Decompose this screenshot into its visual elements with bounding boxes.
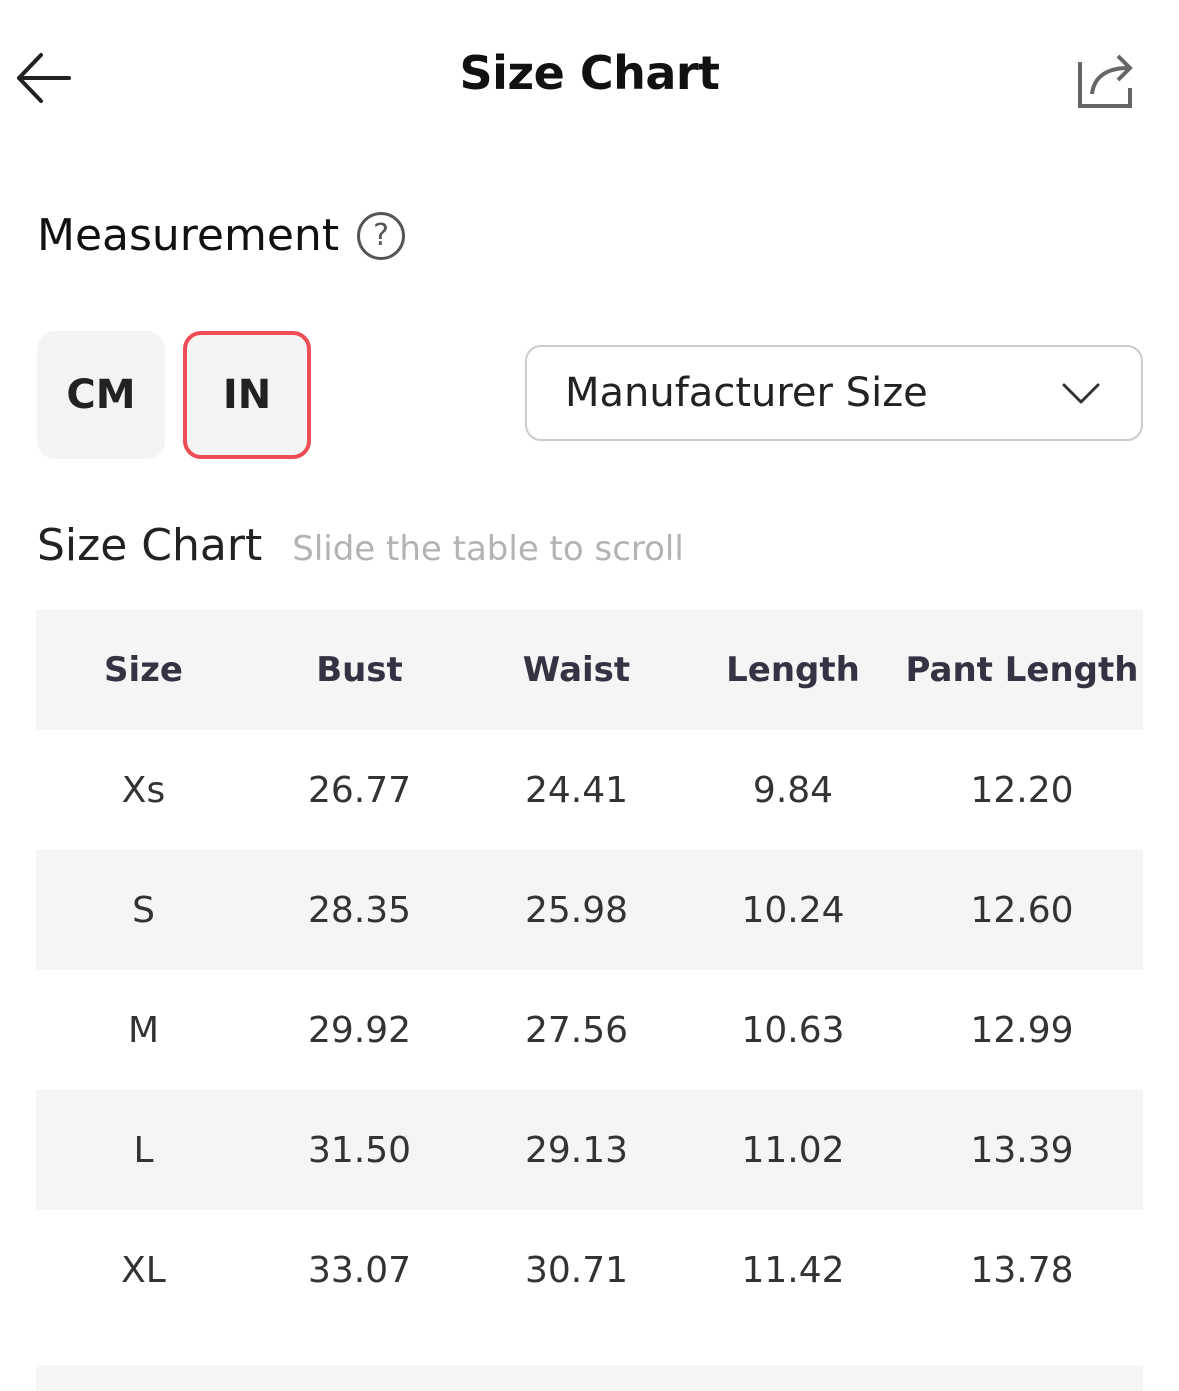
table-cell: 29.92 (307, 1009, 412, 1051)
share-icon (1078, 54, 1133, 108)
table-row: L 31.50 29.13 11.02 13.39 (36, 1090, 1143, 1210)
column-header-bust: Bust (316, 650, 403, 690)
table-cell: 12.20 (970, 769, 1074, 811)
table-cell: 25.98 (524, 889, 629, 931)
scroll-hint: Slide the table to scroll (292, 529, 684, 569)
table-cell: 10.63 (741, 1009, 845, 1051)
table-cell: 12.60 (970, 889, 1074, 931)
table-cell: 13.78 (970, 1249, 1074, 1291)
table-cell: 11.02 (741, 1129, 845, 1171)
table-cell: 31.50 (307, 1129, 412, 1171)
measurement-heading: Measurement ? (37, 210, 406, 261)
header: Size Chart (0, 0, 1179, 160)
table-cell: 13.39 (970, 1129, 1074, 1171)
chevron-down-icon (1061, 373, 1101, 413)
table-row: XL 33.07 30.71 11.42 13.78 (36, 1210, 1143, 1330)
table-cell: 9.84 (752, 769, 834, 811)
table-cell: 27.56 (524, 1009, 629, 1051)
table-cell: 24.41 (524, 769, 629, 811)
size-type-dropdown[interactable]: Manufacturer Size (525, 345, 1143, 441)
table-cell: 12.99 (970, 1009, 1074, 1051)
table-row: S 28.35 25.98 10.24 12.60 (36, 850, 1143, 970)
table-row-partial (36, 1365, 1143, 1391)
table-cell: 10.24 (741, 889, 845, 931)
table-cell: 29.13 (524, 1129, 629, 1171)
table-cell: L (133, 1129, 154, 1171)
table-cell: 30.71 (524, 1249, 629, 1291)
column-header-pant-length: Pant Length (905, 650, 1139, 690)
table-cell: XL (121, 1249, 166, 1291)
table-cell: Xs (121, 769, 166, 811)
table-cell: 11.42 (741, 1249, 845, 1291)
table-row: Xs 26.77 24.41 9.84 12.20 (36, 730, 1143, 850)
column-header-length: Length (726, 650, 860, 690)
column-header-waist: Waist (522, 650, 631, 690)
table-cell: 28.35 (307, 889, 412, 931)
table-row: M 29.92 27.56 10.63 12.99 (36, 970, 1143, 1090)
page-title: Size Chart (459, 46, 720, 100)
table-cell: 33.07 (307, 1249, 412, 1291)
unit-in-button[interactable]: IN (183, 331, 311, 459)
table-cell: 26.77 (307, 769, 412, 811)
help-icon[interactable]: ? (357, 211, 406, 260)
column-header-size: Size (104, 650, 183, 690)
table-cell: S (132, 889, 155, 931)
size-chart-heading: Size Chart Slide the table to scroll (37, 520, 684, 571)
unit-cm-button[interactable]: CM (37, 331, 165, 459)
size-type-value: Manufacturer Size (565, 370, 928, 416)
table-header-row: Size Bust Waist Length Pant Length (36, 610, 1143, 730)
measurement-label: Measurement (37, 210, 340, 261)
table-cell: M (127, 1009, 160, 1051)
share-button[interactable] (1070, 44, 1140, 114)
size-chart-title: Size Chart (37, 520, 263, 571)
size-table[interactable]: Size Bust Waist Length Pant Length Xs 26… (36, 610, 1143, 1330)
